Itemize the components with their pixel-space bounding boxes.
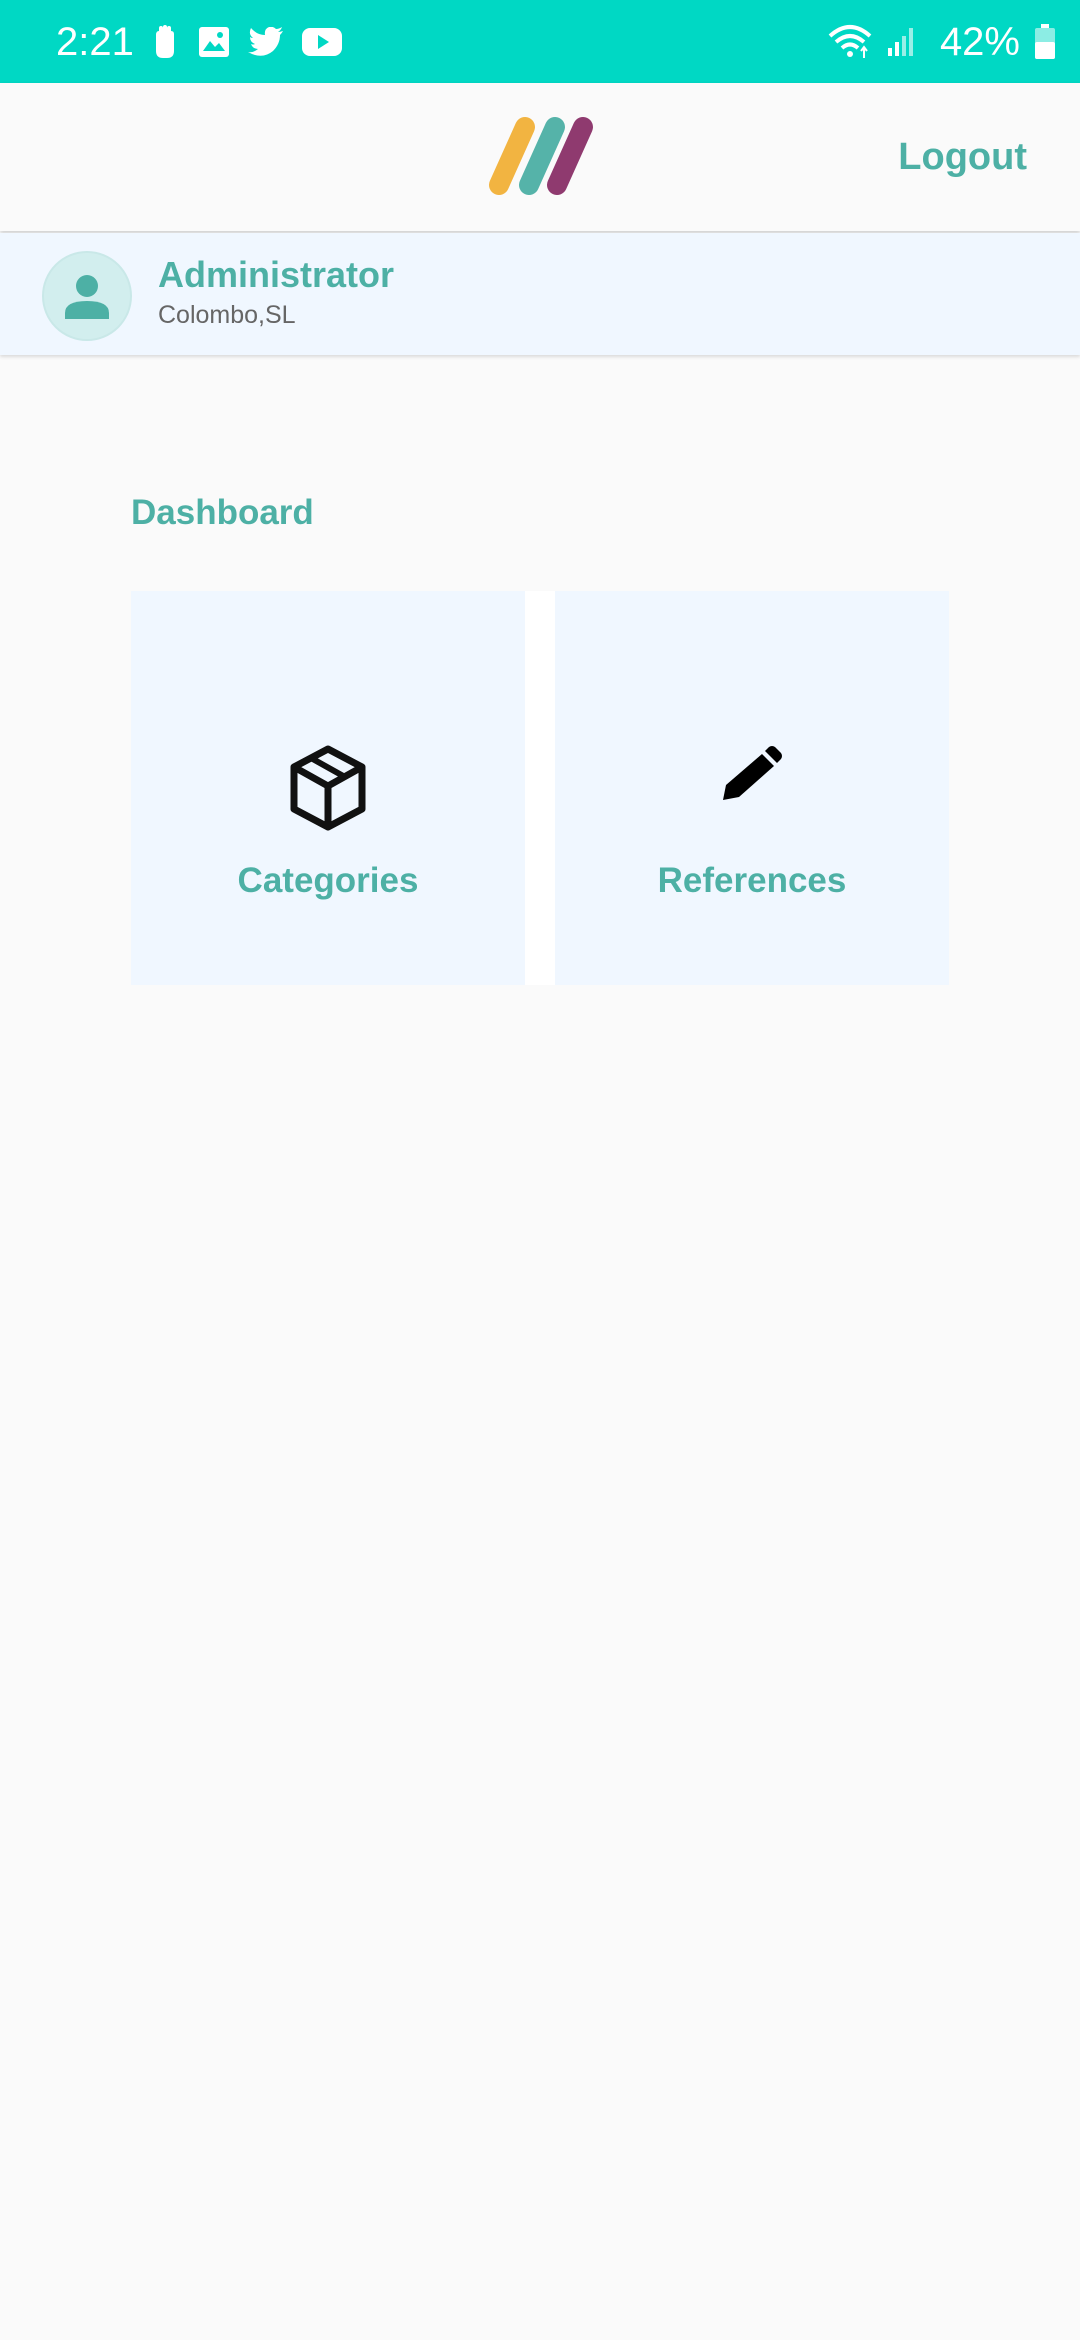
image-icon [199,27,229,57]
battery-icon [1035,24,1055,59]
battery-percent: 42% [939,20,1020,64]
status-time: 2:21 [56,20,134,64]
hand-icon [156,25,174,58]
wifi-icon [828,25,872,58]
page-title: Dashboard [131,493,314,532]
box-icon [290,745,366,831]
profile-header: Administrator Colombo,SL [0,233,1080,355]
card-divider [525,591,555,985]
profile-location: Colombo,SL [158,301,296,329]
status-bar: 2:21 42% [0,0,1080,83]
app-logo [489,117,593,195]
twitter-icon [248,27,283,56]
notification-icons [150,22,342,62]
app-bar: Logout [0,83,1080,231]
profile-name: Administrator [158,254,395,295]
signal-icon [887,28,913,56]
system-icons: 42% [828,18,1056,66]
pencil-icon [723,746,782,800]
youtube-icon [302,28,342,56]
card-label: Categories [237,861,419,900]
person-icon [65,275,109,319]
avatar [42,251,132,341]
card-label: References [657,861,847,900]
logout-button[interactable]: Logout [898,131,1027,183]
categories-card[interactable]: Categories [131,591,525,985]
references-card[interactable]: References [555,591,949,985]
